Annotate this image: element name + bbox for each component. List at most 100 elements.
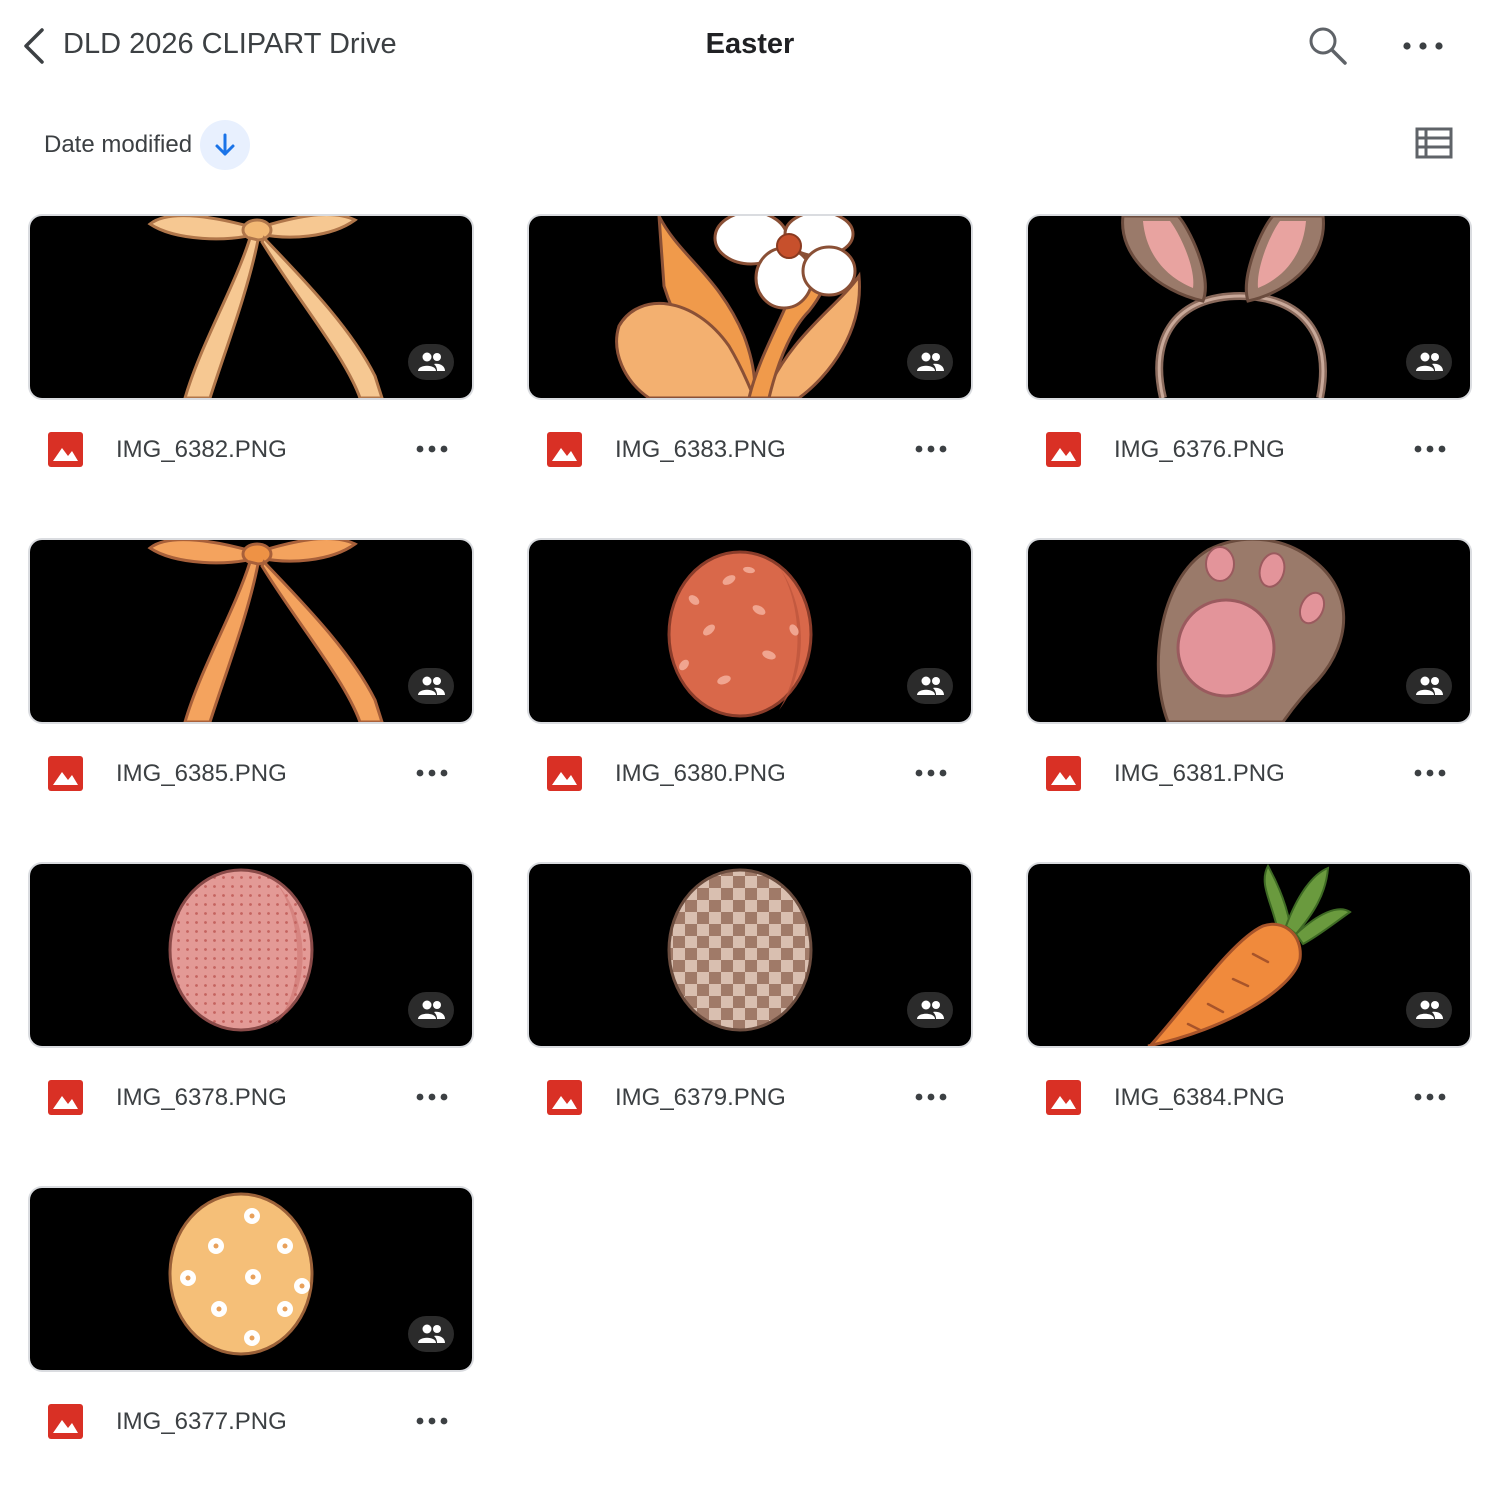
more-vert-icon[interactable] (410, 1402, 454, 1440)
file-row[interactable]: IMG_6383.PNG (529, 424, 971, 474)
more-vert-icon[interactable] (909, 754, 953, 792)
file-row[interactable]: IMG_6380.PNG (529, 748, 971, 798)
file-thumbnail[interactable] (1028, 864, 1470, 1046)
more-vert-icon[interactable] (1408, 1078, 1452, 1116)
shared-badge (907, 992, 953, 1028)
checkered-egg-thumbnail (667, 868, 813, 1032)
image-file-icon (547, 756, 582, 791)
people-icon (1416, 1000, 1443, 1019)
more-vert-icon[interactable] (410, 430, 454, 468)
file-card[interactable]: IMG_6382.PNG (30, 216, 472, 540)
bunny-paw-thumbnail (1156, 540, 1346, 722)
more-vert-icon[interactable] (410, 1078, 454, 1116)
ribbon-bow-thumbnail (147, 216, 384, 398)
file-grid: IMG_6382.PNG IMG_6383.PNG IMG_6376.PNG I… (30, 216, 1470, 1512)
people-icon (917, 676, 944, 695)
file-name: IMG_6377.PNG (116, 1408, 287, 1435)
file-row[interactable]: IMG_6382.PNG (30, 424, 472, 474)
file-card[interactable]: IMG_6385.PNG (30, 540, 472, 864)
top-bar: DLD 2026 CLIPART Drive Easter (0, 0, 1500, 95)
sort-label: Date modified (44, 131, 193, 158)
more-options-button[interactable] (1398, 28, 1448, 64)
file-thumbnail[interactable] (529, 540, 971, 722)
file-thumbnail[interactable] (1028, 540, 1470, 722)
shared-badge (408, 1316, 454, 1352)
file-name: IMG_6380.PNG (615, 760, 786, 787)
shared-badge (907, 344, 953, 380)
shared-badge (408, 344, 454, 380)
file-name: IMG_6376.PNG (1114, 436, 1285, 463)
file-card[interactable]: IMG_6384.PNG (1028, 864, 1470, 1188)
people-icon (418, 676, 445, 695)
image-file-icon (48, 756, 83, 791)
file-row[interactable]: IMG_6381.PNG (1028, 748, 1470, 798)
shared-badge (1406, 344, 1452, 380)
file-row[interactable]: IMG_6385.PNG (30, 748, 472, 798)
search-icon (1309, 27, 1347, 65)
arrow-down-icon (215, 133, 235, 156)
file-name: IMG_6379.PNG (615, 1084, 786, 1111)
search-button[interactable] (1306, 24, 1350, 68)
leaf-egg-thumbnail (667, 550, 813, 718)
carrot-thumbnail (1147, 864, 1352, 1046)
sort-direction-button[interactable] (200, 120, 251, 170)
people-icon (418, 1324, 445, 1343)
image-file-icon (48, 1404, 83, 1439)
file-thumbnail[interactable] (30, 540, 472, 722)
shared-badge (1406, 668, 1452, 704)
image-file-icon (1046, 1080, 1081, 1115)
file-thumbnail[interactable] (30, 1188, 472, 1370)
file-row[interactable]: IMG_6377.PNG (30, 1396, 472, 1446)
list-view-button[interactable] (1414, 126, 1454, 160)
list-view-icon (1415, 127, 1453, 159)
flower-egg-thumbnail (168, 1192, 314, 1356)
file-thumbnail[interactable] (1028, 216, 1470, 398)
sort-control[interactable]: Date modified (44, 120, 251, 170)
more-vert-icon[interactable] (1408, 754, 1452, 792)
people-icon (418, 352, 445, 371)
image-file-icon (48, 1080, 83, 1115)
file-name: IMG_6381.PNG (1114, 760, 1285, 787)
file-row[interactable]: IMG_6376.PNG (1028, 424, 1470, 474)
more-vert-icon[interactable] (909, 1078, 953, 1116)
page-title: Easter (705, 28, 795, 60)
people-icon (917, 352, 944, 371)
file-card[interactable]: IMG_6376.PNG (1028, 216, 1470, 540)
more-horiz-icon (1403, 42, 1443, 50)
file-name: IMG_6385.PNG (116, 760, 287, 787)
file-card[interactable]: IMG_6383.PNG (529, 216, 971, 540)
file-name: IMG_6378.PNG (116, 1084, 287, 1111)
people-icon (1416, 676, 1443, 695)
file-card[interactable]: IMG_6378.PNG (30, 864, 472, 1188)
file-card[interactable]: IMG_6377.PNG (30, 1188, 472, 1512)
file-thumbnail[interactable] (529, 216, 971, 398)
file-card[interactable]: IMG_6380.PNG (529, 540, 971, 864)
file-card[interactable]: IMG_6379.PNG (529, 864, 971, 1188)
shared-badge (408, 992, 454, 1028)
image-file-icon (48, 432, 83, 467)
more-vert-icon[interactable] (1408, 430, 1452, 468)
file-name: IMG_6383.PNG (615, 436, 786, 463)
ribbon-bow-thumbnail (147, 540, 384, 722)
image-file-icon (547, 432, 582, 467)
more-vert-icon[interactable] (909, 430, 953, 468)
more-vert-icon[interactable] (410, 754, 454, 792)
file-name: IMG_6384.PNG (1114, 1084, 1285, 1111)
polka-dot-egg-thumbnail (168, 868, 314, 1032)
file-thumbnail[interactable] (30, 216, 472, 398)
image-file-icon (1046, 432, 1081, 467)
people-icon (418, 1000, 445, 1019)
image-file-icon (547, 1080, 582, 1115)
bunny-ears-thumbnail (1121, 216, 1327, 398)
shared-badge (408, 668, 454, 704)
people-icon (1416, 352, 1443, 371)
file-row[interactable]: IMG_6384.PNG (1028, 1072, 1470, 1122)
file-thumbnail[interactable] (30, 864, 472, 1046)
file-row[interactable]: IMG_6379.PNG (529, 1072, 971, 1122)
file-row[interactable]: IMG_6378.PNG (30, 1072, 472, 1122)
file-card[interactable]: IMG_6381.PNG (1028, 540, 1470, 864)
people-icon (917, 1000, 944, 1019)
file-name: IMG_6382.PNG (116, 436, 287, 463)
image-file-icon (1046, 756, 1081, 791)
file-thumbnail[interactable] (529, 864, 971, 1046)
